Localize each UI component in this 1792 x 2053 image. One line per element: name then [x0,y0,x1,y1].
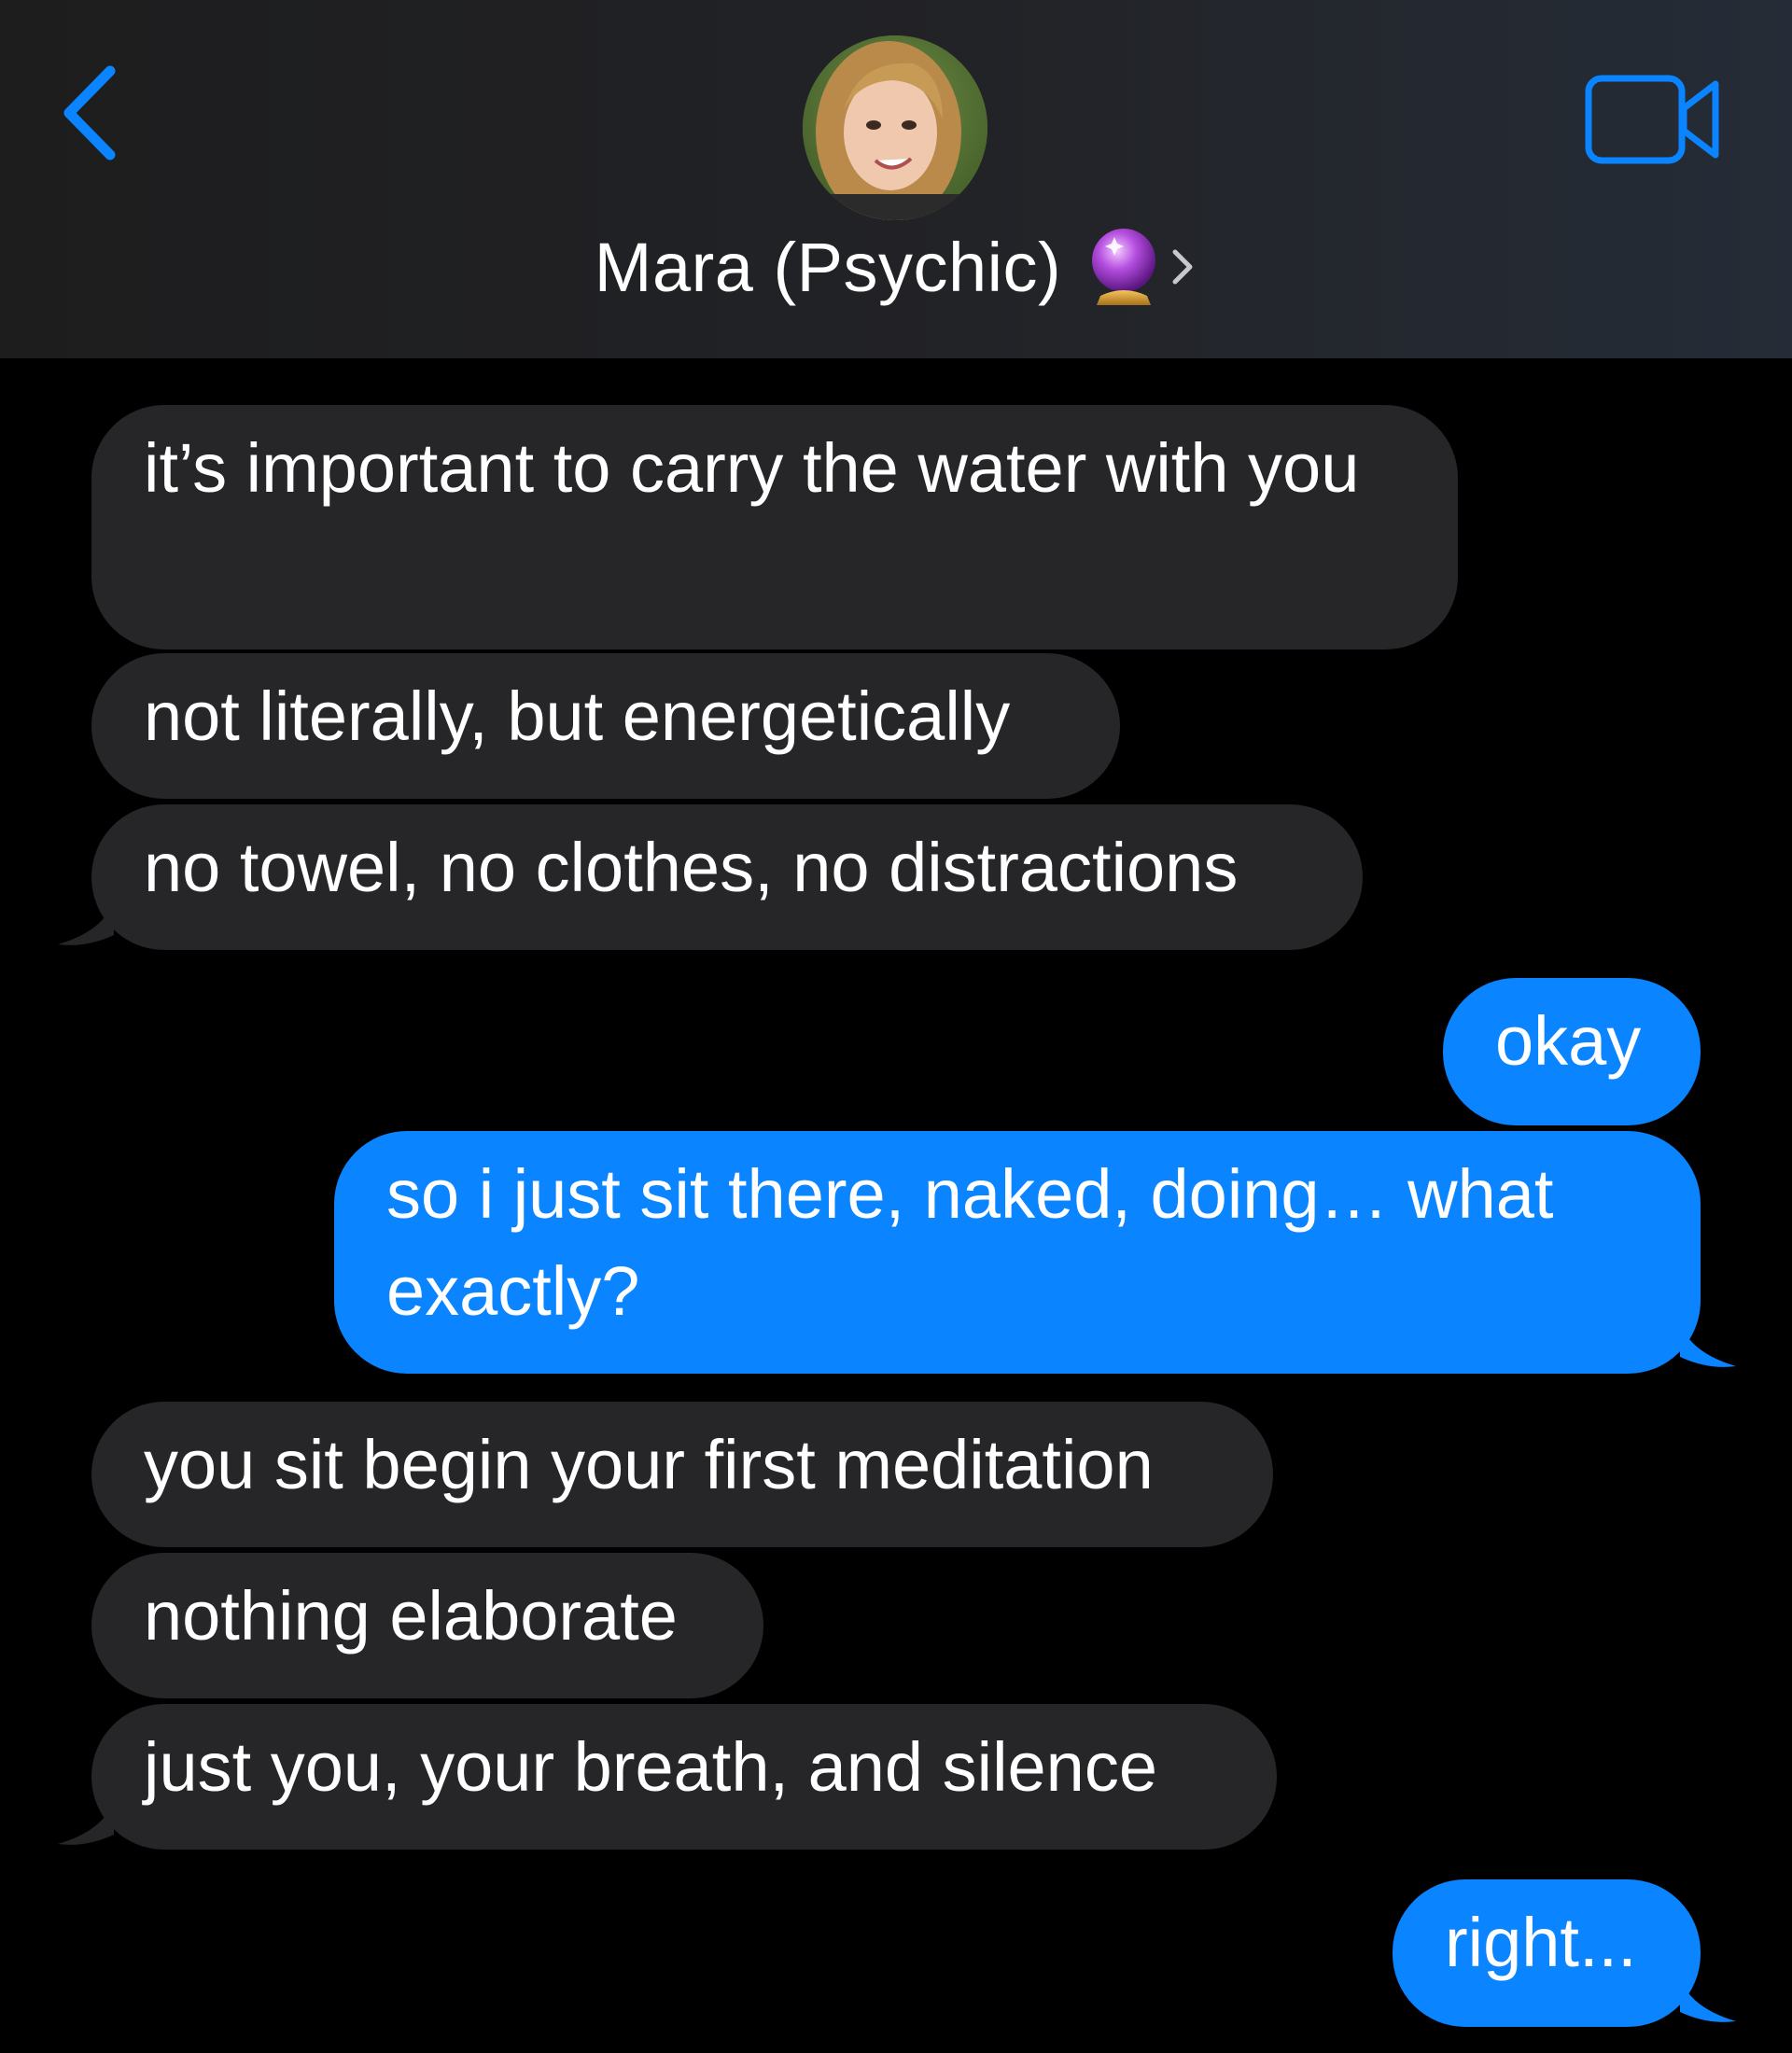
message-bubble-sent[interactable]: right... [1393,1879,1701,2027]
contact-info-button[interactable]: Mara (Psychic) [0,35,1792,325]
message-tail [58,901,114,945]
contact-name: Mara (Psychic) [594,228,1062,306]
message-bubble-received[interactable]: no towel, no clothes, no distractions [91,804,1363,950]
message-text: not literally, but energetically [144,677,1011,755]
message-text: you sit begin your first meditation [144,1426,1154,1503]
chevron-right-icon [1172,249,1193,285]
video-camera-icon [1585,75,1719,164]
message-bubble-received[interactable]: just you, your breath, and silence [91,1704,1277,1850]
message-tail [58,1801,114,1845]
message-tail [1680,1323,1736,1367]
message-text: nothing elaborate [144,1577,678,1655]
avatar [803,35,987,220]
message-bubble-sent[interactable]: so i just sit there, naked, doing… what … [334,1131,1701,1374]
message-bubble-sent[interactable]: okay [1443,978,1701,1125]
message-tail [1680,1978,1736,2022]
message-text: okay [1495,1002,1642,1080]
conversation-header: Mara (Psychic) [0,0,1792,358]
message-text: no towel, no clothes, no distractions [144,829,1239,906]
message-bubble-received[interactable]: not literally, but energetically [91,653,1120,799]
message-text: just you, your breath, and silence [144,1728,1157,1806]
crystal-ball-icon [1092,229,1156,305]
message-text: right... [1445,1904,1637,1981]
message-bubble-received[interactable]: you sit begin your first meditation [91,1402,1273,1547]
message-text: so i just sit there, naked, doing… what … [386,1155,1574,1330]
message-bubble-received[interactable]: it’s important to carry the water with y… [91,405,1458,649]
message-bubble-received[interactable]: nothing elaborate [91,1553,763,1698]
video-call-button[interactable] [1585,73,1723,166]
message-text: it’s important to carry the water with y… [144,429,1360,507]
